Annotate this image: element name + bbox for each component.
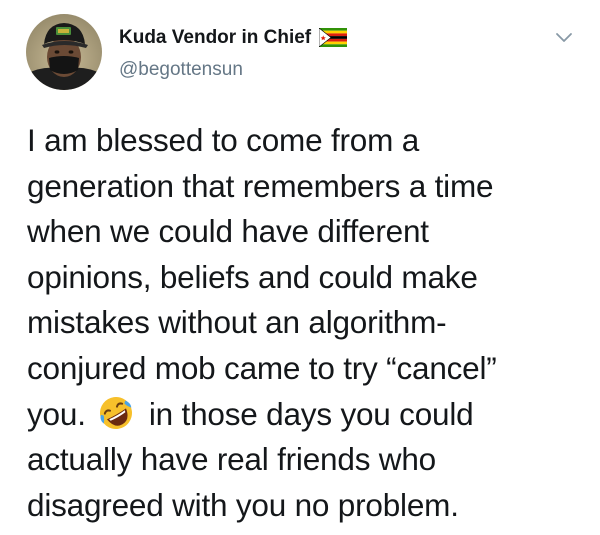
avatar-image [26,14,102,90]
tweet-text-line: when we could have different [27,213,429,250]
tweet-text-line: conjured mob came to try “cancel” [27,349,497,386]
display-name[interactable]: Kuda Vendor in Chief [119,26,348,49]
user-handle[interactable]: @begottensun [119,59,243,81]
tweet-text-line: you. in those days you could [27,392,587,438]
tweet-text-line: actually have real friends who [27,441,436,478]
tweet-text: I am blessed to come from a generation t… [27,118,587,528]
tweet-text-line: I am blessed to come from a [27,122,420,158]
tweet-text-line: opinions, beliefs and could make [27,258,478,295]
tweet-text-line: disagreed with you no problem. [27,486,459,523]
tweet-text-line: mistakes without an algorithm- [27,304,447,341]
tweet-text-line: generation that remembers a time [27,167,494,204]
tweet-card: Kuda Vendor in Chief @begottensun I am b… [0,0,600,535]
tweet-text-fragment: in those days you could [148,395,474,432]
display-name-text: Kuda Vendor in Chief [119,27,312,48]
tweet-text-fragment: you. [27,395,86,432]
chevron-down-icon[interactable] [552,26,576,50]
avatar[interactable] [26,14,102,90]
rolling-on-floor-laughing-emoji-icon [96,393,136,433]
zimbabwe-flag-icon [318,26,348,48]
